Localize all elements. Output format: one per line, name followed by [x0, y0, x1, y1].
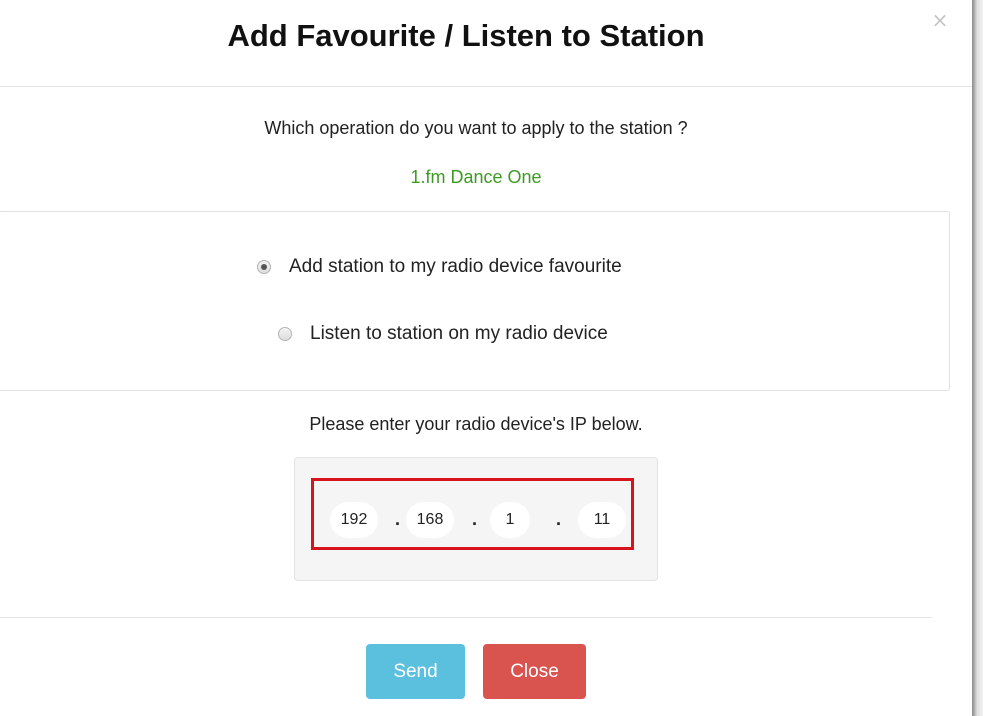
- option-listen-station[interactable]: Listen to station on my radio device: [278, 323, 608, 345]
- ip-separator: .: [472, 509, 478, 529]
- ip-prompt: Please enter your radio device's IP belo…: [309, 414, 643, 434]
- ip-separator: .: [556, 509, 562, 529]
- send-button[interactable]: Send: [366, 644, 465, 699]
- close-button[interactable]: Close: [483, 644, 586, 699]
- station-name: 1.fm Dance One: [410, 167, 542, 187]
- ip-octet-3-input[interactable]: [490, 502, 530, 538]
- modal-title: Add Favourite / Listen to Station: [227, 18, 705, 53]
- ip-octet-2-input[interactable]: [406, 502, 454, 538]
- radio-listen-station[interactable]: [278, 327, 292, 341]
- option-listen-station-label: Listen to station on my radio device: [310, 323, 608, 344]
- ip-octet-4-input[interactable]: [578, 502, 626, 538]
- modal-header: Add Favourite / Listen to Station ×: [0, 0, 972, 87]
- background-page-edge: [972, 0, 983, 716]
- ip-octet-1-input[interactable]: [330, 502, 378, 538]
- option-add-favourite-label: Add station to my radio device favourite: [289, 256, 622, 277]
- operation-options-panel: [0, 211, 950, 391]
- option-add-favourite[interactable]: Add station to my radio device favourite: [257, 256, 622, 278]
- modal-dialog: Add Favourite / Listen to Station × Whic…: [0, 0, 972, 716]
- operation-question: Which operation do you want to apply to …: [264, 118, 688, 138]
- footer-divider: [0, 617, 932, 618]
- radio-add-favourite[interactable]: [257, 260, 271, 274]
- ip-separator: .: [395, 509, 401, 529]
- close-icon[interactable]: ×: [930, 10, 950, 30]
